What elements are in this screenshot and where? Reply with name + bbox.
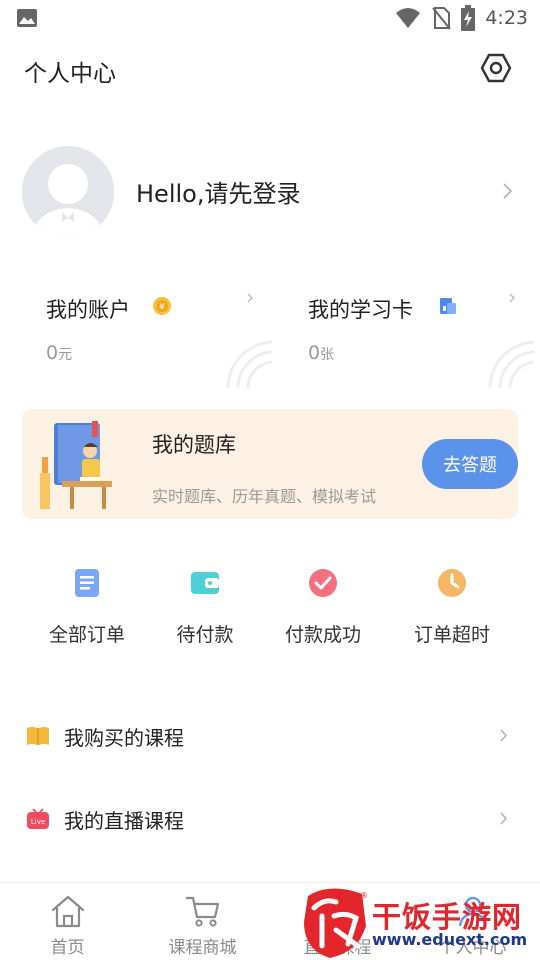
my-account-title: 我的账户 (46, 298, 130, 322)
decorative-arcs-icon (488, 340, 534, 389)
open-book-icon (27, 727, 49, 745)
svg-text:®: ® (360, 891, 368, 900)
tab-course-mall-label: 课程商城 (168, 938, 237, 958)
default-avatar-icon (22, 146, 114, 238)
tab-home[interactable]: 首页 (0, 883, 135, 960)
question-bank-title: 我的题库 (152, 433, 236, 457)
my-study-card-title: 我的学习卡 (308, 298, 413, 322)
order-pending-label: 待付款 (176, 624, 234, 646)
account-cards: 我的账户 ¥ 0元 我的学习卡 0张 (0, 276, 540, 392)
my-account-card[interactable]: 我的账户 ¥ 0元 (22, 276, 272, 392)
study-card-count-value: 0 (308, 342, 321, 364)
cart-icon (185, 896, 219, 927)
chevron-right-icon (509, 293, 515, 303)
no-sim-icon (432, 7, 452, 30)
status-bar: 4:23 (0, 0, 540, 36)
svg-text:¥: ¥ (159, 303, 165, 313)
chevron-right-icon (500, 812, 508, 825)
settings-icon[interactable] (480, 52, 512, 84)
chevron-right-icon (247, 293, 253, 303)
menu-live-courses[interactable]: Live 我的直播课程 (0, 789, 540, 849)
question-bank-banner[interactable]: 我的题库 实时题库、历年真题、模拟考试 去答题 (22, 409, 518, 519)
order-paid-label: 付款成功 (284, 624, 361, 646)
page-title: 个人中心 (24, 61, 116, 87)
tab-course-mall[interactable]: 课程商城 (135, 883, 270, 960)
avatar[interactable] (22, 146, 114, 238)
menu-purchased-courses[interactable]: 我购买的课程 (0, 706, 540, 766)
chevron-right-icon (503, 183, 513, 199)
decorative-arcs-icon (226, 340, 272, 389)
home-icon (51, 895, 84, 928)
menu-purchased-courses-label: 我购买的课程 (64, 726, 184, 750)
study-card-count: 0张 (308, 342, 334, 364)
clock-icon (438, 569, 466, 597)
account-balance: 0元 (46, 342, 72, 364)
order-shortcuts: 全部订单 待付款 付款成功 订单超时 (0, 564, 540, 654)
site-watermark: ® 干饭手游网 www.eduext.com (300, 886, 540, 960)
tab-home-label: 首页 (50, 938, 85, 958)
login-prompt[interactable]: Hello,请先登录 (136, 174, 300, 209)
coin-icon: ¥ (153, 297, 171, 315)
menu-live-courses-label: 我的直播课程 (64, 809, 184, 833)
watermark-logo-icon: ® (304, 888, 368, 958)
check-circle-icon (309, 569, 337, 597)
order-paid[interactable]: 付款成功 (258, 564, 388, 654)
student-studying-illustration (40, 421, 112, 509)
go-answer-button[interactable]: 去答题 (422, 439, 518, 489)
study-card-icon (440, 298, 456, 314)
order-timeout-label: 订单超时 (413, 624, 490, 646)
live-icon-text: Live (31, 818, 45, 826)
wifi-icon (396, 8, 421, 28)
document-icon (75, 569, 99, 597)
image-notification-icon (17, 9, 37, 27)
order-timeout[interactable]: 订单超时 (387, 564, 517, 654)
study-card-count-unit: 张 (320, 347, 335, 363)
login-profile-row[interactable]: Hello,请先登录 (0, 146, 540, 238)
live-tv-icon: Live (27, 808, 49, 829)
my-study-card[interactable]: 我的学习卡 0张 (284, 276, 534, 392)
order-pending-payment[interactable]: 待付款 (140, 564, 270, 654)
watermark-url: www.eduext.com (372, 930, 528, 949)
battery-charging-icon (461, 5, 476, 31)
chevron-right-icon (500, 729, 508, 742)
account-balance-value: 0 (46, 342, 59, 364)
page-header: 个人中心 (0, 44, 540, 94)
status-time: 4:23 (485, 7, 528, 29)
question-bank-subtitle: 实时题库、历年真题、模拟考试 (152, 487, 377, 506)
order-all-label: 全部订单 (48, 624, 125, 646)
account-balance-unit: 元 (58, 347, 73, 363)
order-all[interactable]: 全部订单 (22, 564, 152, 654)
wallet-icon (191, 572, 219, 594)
